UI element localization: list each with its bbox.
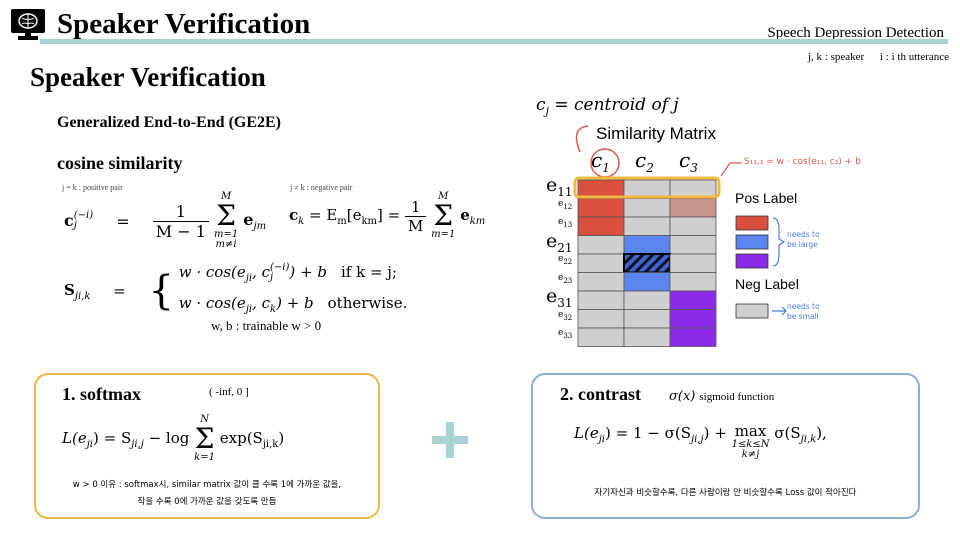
matrix-cell bbox=[623, 198, 671, 218]
centroid-equation: ck = Em[ekm] = 1M M Σm=1 ekm bbox=[289, 191, 486, 240]
matrix-row-label: e21 bbox=[546, 229, 573, 255]
matrix-cell bbox=[577, 216, 625, 236]
matrix-col-label: c2 bbox=[635, 148, 654, 175]
softmax-note: w > 0 이유 : softmax시, similar matrix 값이 클… bbox=[72, 480, 342, 507]
matrix-cell bbox=[577, 272, 625, 292]
centroid-excl-equation: c (−i) j = 1M − 1 M Σm=1 m≠i ejm bbox=[64, 191, 267, 250]
matrix-row-label: e11 bbox=[546, 174, 573, 199]
matrix-row-label: e23 bbox=[558, 272, 573, 285]
legend-speaker-note: j, k : speaker bbox=[808, 51, 865, 63]
trainable-note: w, b : trainable w > 0 bbox=[211, 318, 322, 333]
matrix-row-label: e31 bbox=[546, 285, 573, 310]
matrix-cell bbox=[669, 290, 717, 310]
neg-swatch-gray bbox=[735, 303, 769, 319]
matrix-row-label: e32 bbox=[558, 309, 573, 322]
similarity-matrix-figure bbox=[573, 125, 787, 347]
matrix-cell bbox=[623, 272, 671, 292]
softmax-range-note: ( -inf, 0 ] bbox=[209, 386, 249, 398]
matrix-col-label: c3 bbox=[679, 148, 698, 175]
matrix-cell bbox=[623, 216, 671, 236]
plus-icon bbox=[432, 422, 468, 458]
cosine-heading: cosine similarity bbox=[57, 153, 183, 173]
contrast-note: 자기자신과 비슷할수록, 다른 사람이랑 안 비슷할수록 Loss 값이 작아진… bbox=[594, 488, 857, 498]
matrix-row-label: e33 bbox=[558, 328, 573, 340]
matrix-cell bbox=[669, 309, 717, 329]
red-arrow-icon bbox=[575, 125, 589, 153]
softmax-loss-equation: L(eji) = Sji,j − log N Σk=1 exp(Sji,k) bbox=[62, 414, 285, 463]
similarity-annotation: S₁₁,₃ = w · cos(e₁₁, c₃) + b bbox=[744, 157, 861, 167]
matrix-cell bbox=[669, 253, 717, 273]
header-title: Speaker Verification bbox=[57, 8, 311, 40]
matrix-cell bbox=[669, 235, 717, 255]
pos-label-note: needs to be large bbox=[787, 230, 820, 249]
neg-label-note: needs to be small bbox=[787, 302, 820, 321]
matrix-cells bbox=[577, 179, 717, 347]
matrix-cell bbox=[669, 327, 717, 347]
similarity-equation: Sji,k = { w · cos(eji, c (−i) j) + b if k =… bbox=[64, 262, 408, 316]
matrix-row-label: e12 bbox=[558, 198, 573, 211]
method-name: Generalized End-to-End (GE2E) bbox=[57, 114, 282, 131]
neg-arrow-icon bbox=[772, 306, 787, 316]
contrast-loss-equation: L(eji) = 1 − σ(Sji,j) + max 1≤k≤N k≠j σ(… bbox=[574, 422, 827, 461]
matrix-row-label: e13 bbox=[558, 217, 573, 229]
positive-pair-note: j = k : positive pair bbox=[62, 183, 123, 192]
matrix-cell bbox=[669, 272, 717, 292]
header-divider bbox=[40, 39, 948, 44]
pos-swatch-purple bbox=[735, 253, 769, 269]
legend-utterance-note: i : i th utterance bbox=[880, 51, 950, 63]
matrix-cell bbox=[623, 327, 671, 347]
neg-label-heading: Neg Label bbox=[735, 276, 799, 292]
softmax-title: 1. softmax bbox=[62, 384, 141, 404]
matrix-cell bbox=[577, 253, 625, 273]
centroid-definition: cj = centroid of j bbox=[536, 95, 679, 118]
matrix-cell bbox=[577, 235, 625, 255]
matrix-cell bbox=[623, 290, 671, 310]
matrix-title: Similarity Matrix bbox=[596, 124, 716, 143]
matrix-cell bbox=[577, 327, 625, 347]
brain-monitor-logo-icon bbox=[11, 9, 45, 40]
matrix-cell bbox=[669, 216, 717, 236]
pos-swatch-blue bbox=[735, 234, 769, 250]
matrix-cell bbox=[577, 309, 625, 329]
pos-label-heading: Pos Label bbox=[735, 190, 798, 206]
matrix-cell bbox=[623, 235, 671, 255]
contrast-title: 2. contrast bbox=[560, 384, 641, 404]
slide-title: Speaker Verification bbox=[30, 62, 266, 92]
matrix-cell bbox=[669, 198, 717, 218]
matrix-cell bbox=[577, 290, 625, 310]
pos-swatch-red bbox=[735, 215, 769, 231]
matrix-col-label: c1 bbox=[591, 148, 610, 175]
sigmoid-note: σ(x) sigmoid function bbox=[669, 389, 775, 404]
negative-pair-note: j ≠ k : negative pair bbox=[290, 183, 353, 192]
matrix-cell bbox=[577, 198, 625, 218]
matrix-cell bbox=[623, 253, 671, 274]
matrix-cell bbox=[623, 309, 671, 329]
pos-brace-icon bbox=[772, 217, 786, 267]
annotation-arrow-icon bbox=[720, 162, 742, 177]
matrix-row-label: e22 bbox=[558, 254, 573, 266]
